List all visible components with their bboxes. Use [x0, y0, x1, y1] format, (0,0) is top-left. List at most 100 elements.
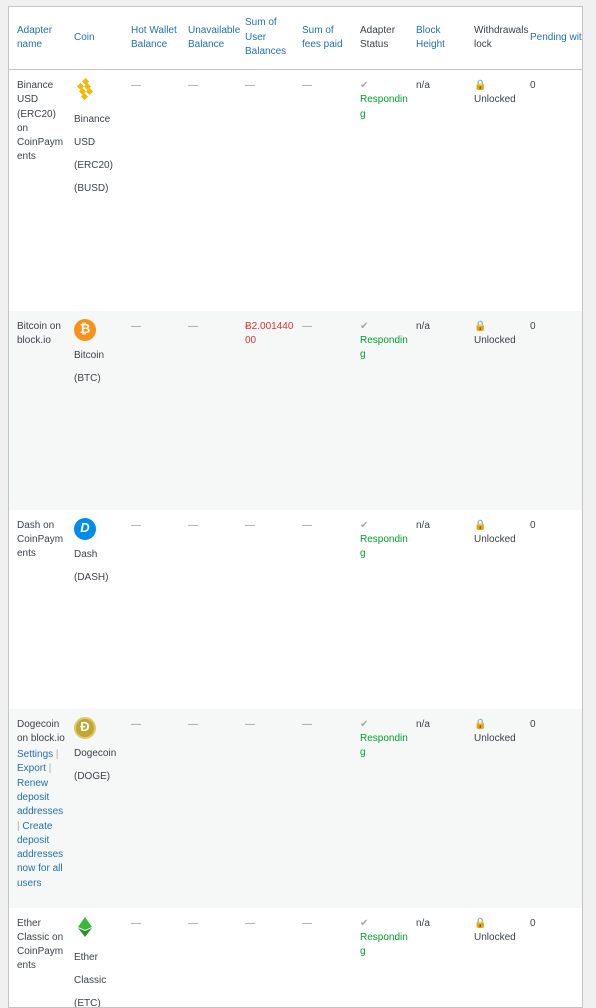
fees-cell: —	[294, 908, 352, 1008]
pending-cell: 0	[522, 70, 582, 311]
sort-block-height-link[interactable]: Block Height	[416, 25, 445, 51]
check-icon: ✔	[360, 718, 408, 732]
lock-text: Unlocked	[474, 335, 516, 346]
pending-cell: 0	[522, 510, 582, 709]
unavailable-cell: —	[180, 908, 237, 1008]
pending-cell: 0	[522, 709, 582, 908]
fees-cell: —	[294, 510, 352, 709]
col-adapter-status: Adapter Status	[352, 7, 408, 70]
hot-wallet-cell: —	[123, 70, 180, 311]
table-header-row: Adapter name Coin Hot Wallet Balance Una…	[9, 7, 582, 70]
status-cell: ✔ Responding	[352, 510, 408, 709]
pending-cell: 0	[522, 311, 582, 510]
sum-users-cell: —	[237, 709, 294, 908]
lock-icon: 🔒	[474, 320, 522, 334]
sum-users-cell: —	[237, 70, 294, 311]
lock-text: Unlocked	[474, 932, 516, 943]
sort-hot-wallet-link[interactable]: Hot Wallet Balance	[131, 25, 177, 51]
col-pending-withdrawals[interactable]: Pending withdrawals	[522, 7, 582, 70]
check-icon: ✔	[360, 79, 408, 93]
block-height-cell: n/a	[408, 70, 466, 311]
unavailable-cell: —	[180, 709, 237, 908]
lock-text: Unlocked	[474, 733, 516, 744]
block-height-cell: n/a	[408, 510, 466, 709]
table-row: Binance USD (ERC20) on CoinPayments Bina…	[9, 70, 582, 311]
col-sum-user-balances[interactable]: Sum of User Balances	[237, 7, 294, 70]
status-cell: ✔ Responding	[352, 709, 408, 908]
wallets-table: Adapter name Coin Hot Wallet Balance Una…	[9, 7, 582, 1008]
adapter-name-cell: Binance USD (ERC20) on CoinPayments	[9, 70, 66, 311]
sort-fees-link[interactable]: Sum of fees paid	[302, 25, 343, 51]
col-coin[interactable]: Coin	[66, 7, 123, 70]
status-text: Responding	[360, 732, 408, 761]
sort-adapter-name-link[interactable]: Adapter name	[17, 25, 52, 51]
settings-link[interactable]: Settings	[17, 749, 53, 760]
hot-wallet-cell: —	[123, 510, 180, 709]
status-cell: ✔ Responding	[352, 70, 408, 311]
table-row: Dogecoin on block.io Settings | Export |…	[9, 709, 582, 908]
lock-icon: 🔒	[474, 519, 522, 533]
unavailable-cell: —	[180, 510, 237, 709]
status-cell: ✔ Responding	[352, 908, 408, 1008]
sum-users-cell: —	[237, 908, 294, 1008]
sum-users-cell: —	[237, 510, 294, 709]
coin-name: Bitcoin (BTC)	[74, 344, 123, 390]
etc-icon	[74, 916, 96, 938]
adapter-name-cell: Dash on CoinPayments	[9, 510, 66, 709]
lock-text: Unlocked	[474, 94, 516, 105]
sort-unavailable-link[interactable]: Unavailable Balance	[188, 25, 240, 51]
block-height-cell: n/a	[408, 709, 466, 908]
adapter-name-cell: Bitcoin on block.io	[9, 311, 66, 510]
block-height-cell: n/a	[408, 908, 466, 1008]
renew-deposit-addresses-link[interactable]: Renew deposit addresses	[17, 778, 63, 818]
status-text: Responding	[360, 93, 408, 122]
check-icon: ✔	[360, 320, 408, 334]
doge-icon: Ð	[74, 717, 96, 739]
adapter-row-actions: Settings | Export | Renew deposit addres…	[17, 748, 66, 891]
col-withdrawals-lock: Withdrawals lock	[466, 7, 522, 70]
hot-wallet-cell: —	[123, 709, 180, 908]
check-icon: ✔	[360, 917, 408, 931]
lock-icon: 🔒	[474, 718, 522, 732]
coin-name: Binance USD (ERC20) (BUSD)	[74, 108, 123, 200]
status-text: Responding	[360, 533, 408, 562]
table-row: Bitcoin on block.io ₿ Bitcoin (BTC) — — …	[9, 311, 582, 510]
table-row: Ether Classic on CoinPayments Ether Clas…	[9, 908, 582, 1008]
col-unavailable-balance[interactable]: Unavailable Balance	[180, 7, 237, 70]
unavailable-cell: —	[180, 70, 237, 311]
lock-icon: 🔒	[474, 79, 522, 93]
col-hot-wallet-balance[interactable]: Hot Wallet Balance	[123, 7, 180, 70]
sort-sum-users-link[interactable]: Sum of User Balances	[245, 17, 286, 57]
hot-wallet-cell: —	[123, 908, 180, 1008]
status-text: Responding	[360, 334, 408, 363]
block-height-cell: n/a	[408, 311, 466, 510]
adapter-name: Dogecoin on block.io	[17, 719, 65, 744]
status-cell: ✔ Responding	[352, 311, 408, 510]
sort-pending-link[interactable]: Pending withdrawals	[530, 32, 583, 43]
col-sum-fees-paid[interactable]: Sum of fees paid	[294, 7, 352, 70]
check-icon: ✔	[360, 519, 408, 533]
export-link[interactable]: Export	[17, 763, 46, 774]
sort-coin-link[interactable]: Coin	[74, 32, 95, 43]
coin-name: Dash (DASH)	[74, 543, 123, 589]
coin-cell: Binance USD (ERC20) (BUSD)	[66, 70, 123, 311]
wallets-table-container: Adapter name Coin Hot Wallet Balance Una…	[8, 6, 583, 1008]
coin-cell: Ether Classic (ETC)	[66, 908, 123, 1008]
col-block-height[interactable]: Block Height	[408, 7, 466, 70]
dash-icon: D	[74, 518, 96, 540]
lock-cell: 🔒 Unlocked	[466, 908, 522, 1008]
create-deposit-addresses-link[interactable]: Create deposit addresses now for all use…	[17, 821, 63, 889]
lock-icon: 🔒	[474, 917, 522, 931]
btc-icon: ₿	[74, 319, 96, 341]
hot-wallet-cell: —	[123, 311, 180, 510]
coin-name: Dogecoin (DOGE)	[74, 742, 123, 788]
busd-icon	[74, 78, 96, 100]
lock-cell: 🔒 Unlocked	[466, 70, 522, 311]
coin-cell: D Dash (DASH)	[66, 510, 123, 709]
fees-cell: —	[294, 709, 352, 908]
adapter-name-cell: Ether Classic on CoinPayments	[9, 908, 66, 1008]
unavailable-cell: —	[180, 311, 237, 510]
coin-name: Ether Classic (ETC)	[74, 946, 123, 1008]
fees-cell: —	[294, 311, 352, 510]
col-adapter-name[interactable]: Adapter name	[9, 7, 66, 70]
